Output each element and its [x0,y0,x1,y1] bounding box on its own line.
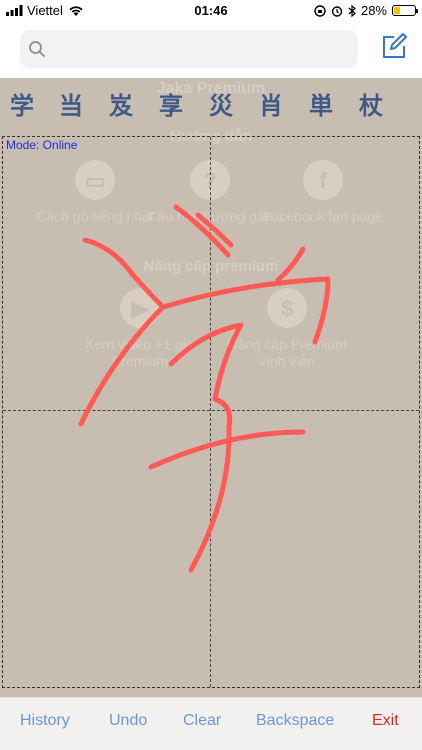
exit-button[interactable]: Exit [372,712,399,730]
stroke-3 [275,246,306,283]
stroke-7 [168,322,244,430]
battery-percent: 28% [360,3,387,18]
stroke-4 [82,237,166,310]
candidate-6[interactable]: 肖 [259,88,283,124]
search-row [0,22,422,78]
main-content: Jaka Premium Hướng dẫn ▭ Cách gõ tiếng n… [0,78,422,697]
stroke-6 [78,304,166,427]
status-bar: Viettel 01:46 28% [0,0,422,22]
candidate-7[interactable]: 単 [309,88,333,124]
candidate-1[interactable]: 学 [10,88,34,124]
candidate-list: 学 当 岌 享 災 肖 単 杖 [0,88,422,124]
history-button[interactable]: History [20,712,70,730]
stroke-1 [173,204,231,258]
bluetooth-icon [348,4,356,17]
search-icon [29,41,45,57]
search-box[interactable] [20,30,358,68]
handwriting-strokes [78,204,331,573]
battery-icon [392,5,418,16]
candidate-5[interactable]: 災 [209,88,233,124]
handwriting-canvas[interactable]: Mode: Online [2,136,420,688]
alarm-icon [331,5,343,17]
compose-button[interactable] [380,32,408,60]
status-right: 28% [314,3,418,18]
clear-button[interactable]: Clear [183,712,221,730]
candidate-8[interactable]: 杖 [359,88,383,124]
undo-button[interactable]: Undo [109,712,147,730]
candidate-4[interactable]: 享 [159,88,183,124]
candidate-3[interactable]: 岌 [109,88,133,124]
backspace-button[interactable]: Backspace [256,712,334,730]
battery-level [394,7,400,14]
rotation-lock-icon [314,4,326,17]
candidate-2[interactable]: 当 [59,88,83,124]
compose-icon [383,33,407,58]
search-input[interactable] [52,30,352,68]
bottom-toolbar: History Undo Clear Backspace Exit [0,697,422,750]
stroke-5 [160,276,331,345]
